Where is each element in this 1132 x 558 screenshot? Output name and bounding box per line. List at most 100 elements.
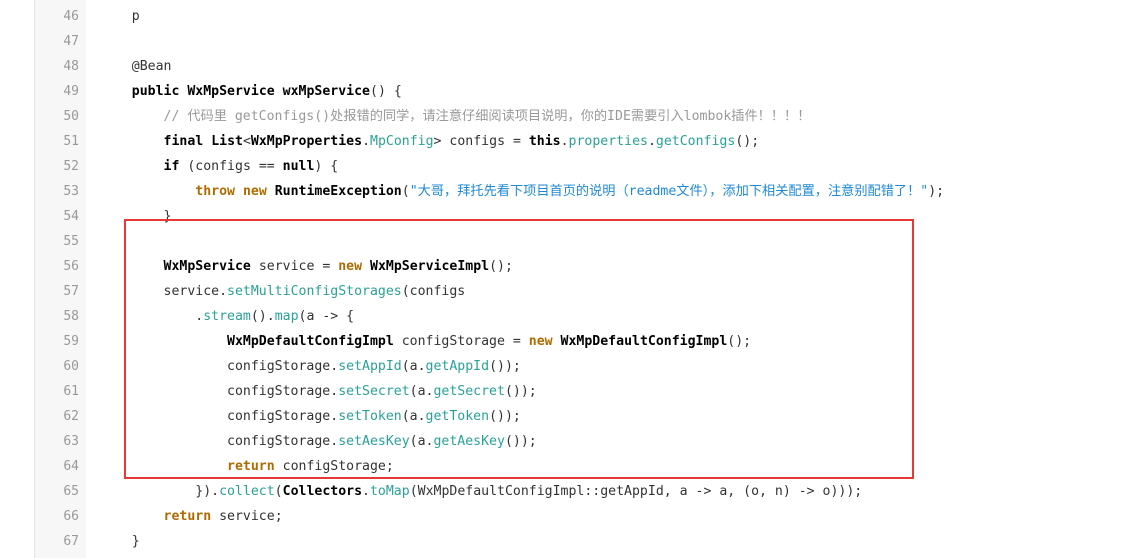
code-line: } bbox=[100, 529, 140, 554]
line-number: 60 bbox=[63, 358, 79, 374]
code-token: service; bbox=[211, 508, 283, 524]
code-token: getSecret bbox=[433, 383, 505, 399]
code-token: setAppId bbox=[338, 358, 402, 374]
line-number: 48 bbox=[63, 58, 79, 74]
code-line: }).collect(Collectors.toMap(WxMpDefaultC… bbox=[100, 479, 862, 504]
code-token: return bbox=[163, 508, 212, 524]
code-token: wxMpService bbox=[282, 83, 370, 99]
line-number: 54 bbox=[63, 208, 79, 224]
code-token: (); bbox=[489, 258, 513, 274]
code-token: WxMpDefaultConfigImpl bbox=[560, 333, 728, 349]
code-token: configStorage. bbox=[100, 408, 339, 424]
code-token: ( bbox=[274, 483, 283, 499]
code-token: map bbox=[274, 308, 299, 324]
code-token: RuntimeException bbox=[274, 183, 402, 199]
code-line: service.setMultiConfigStorages(configs bbox=[100, 279, 466, 304]
code-token: (WxMpDefaultConfigImpl::getAppId, a -> a… bbox=[409, 483, 863, 499]
code-token: ()); bbox=[489, 358, 521, 374]
code-line: final List<WxMpProperties.MpConfig> conf… bbox=[100, 129, 760, 154]
code-token: (a. bbox=[409, 383, 434, 399]
code-token: ()); bbox=[504, 383, 537, 399]
code-token: getToken bbox=[425, 408, 490, 424]
code-token: new bbox=[338, 258, 363, 274]
code-token: () { bbox=[370, 83, 402, 99]
code-token: Collectors bbox=[282, 483, 363, 499]
code-line: throw new RuntimeException("大哥，拜托先看下项目首页… bbox=[100, 179, 944, 204]
code-token: ); bbox=[928, 183, 945, 199]
code-token: setToken bbox=[338, 408, 402, 424]
code-token: getAesKey bbox=[433, 433, 505, 449]
line-number: 59 bbox=[63, 333, 79, 349]
code-token: configStorage. bbox=[100, 383, 339, 399]
line-number: 67 bbox=[63, 533, 79, 549]
code-token: null bbox=[282, 158, 315, 174]
code-token: > configs = bbox=[433, 133, 529, 149]
line-number: 57 bbox=[63, 283, 79, 299]
code-token: WxMpServiceImpl bbox=[370, 258, 490, 274]
code-token: stream bbox=[203, 308, 251, 324]
line-number: 49 bbox=[63, 83, 79, 99]
code-line: configStorage.setSecret(a.getSecret()); bbox=[100, 379, 537, 404]
code-token: . bbox=[647, 133, 656, 149]
code-token: return bbox=[227, 458, 275, 474]
line-number: 50 bbox=[63, 108, 79, 124]
code-token: (configs == bbox=[179, 158, 283, 174]
code-line: WxMpDefaultConfigImpl configStorage = ne… bbox=[100, 329, 751, 354]
code-token: configStorage. bbox=[100, 433, 339, 449]
code-line: p bbox=[100, 4, 140, 29]
code-token: final bbox=[163, 133, 204, 149]
code-token: setSecret bbox=[338, 383, 410, 399]
code-token: }). bbox=[100, 483, 220, 499]
code-line: // 代码里 getConfigs()处报错的同学，请注意仔细阅读项目说明，你的… bbox=[100, 104, 811, 129]
code-token: ) { bbox=[314, 158, 339, 174]
code-token: configStorage; bbox=[274, 458, 394, 474]
line-number-gutter: 46 47 48 49 50 51 52 53 54 55 56 57 58 59 60 61 62 63 64 65… bbox=[34, 0, 88, 558]
code-token: (a. bbox=[409, 433, 434, 449]
code-token: (); bbox=[735, 133, 760, 149]
code-line: .stream().map(a -> { bbox=[100, 304, 354, 329]
code-token: . bbox=[362, 483, 370, 499]
code-token: @Bean bbox=[131, 58, 172, 74]
code-token: setMultiConfigStorages bbox=[227, 283, 402, 299]
code-token: new bbox=[242, 183, 267, 199]
code-token: (a. bbox=[401, 358, 426, 374]
code-token: configStorage. bbox=[100, 358, 339, 374]
code-token: service. bbox=[100, 283, 228, 299]
line-number: 61 bbox=[63, 383, 79, 399]
code-token: if bbox=[163, 158, 180, 174]
code-token: WxMpDefaultConfigImpl bbox=[227, 333, 394, 349]
code-token: p bbox=[131, 8, 140, 24]
code-token: (). bbox=[250, 308, 275, 324]
code-area: p @Bean public WxMpService wxMpService()… bbox=[86, 0, 1132, 558]
code-token: ()); bbox=[504, 433, 537, 449]
line-number: 46 bbox=[63, 8, 79, 24]
code-token: } bbox=[100, 533, 140, 549]
code-line: } bbox=[100, 204, 172, 229]
code-line: @Bean bbox=[100, 54, 172, 79]
code-token: List bbox=[211, 133, 243, 149]
line-number: 58 bbox=[63, 308, 79, 324]
code-token: this bbox=[528, 133, 561, 149]
code-token: ()); bbox=[489, 408, 521, 424]
code-token: . bbox=[560, 133, 569, 149]
code-token: throw bbox=[195, 183, 235, 199]
line-number: 65 bbox=[63, 483, 79, 499]
code-token: getConfigs bbox=[655, 133, 736, 149]
code-token: setAesKey bbox=[338, 433, 410, 449]
code-line: if (configs == null) { bbox=[100, 154, 339, 179]
code-token: MpConfig bbox=[370, 133, 434, 149]
